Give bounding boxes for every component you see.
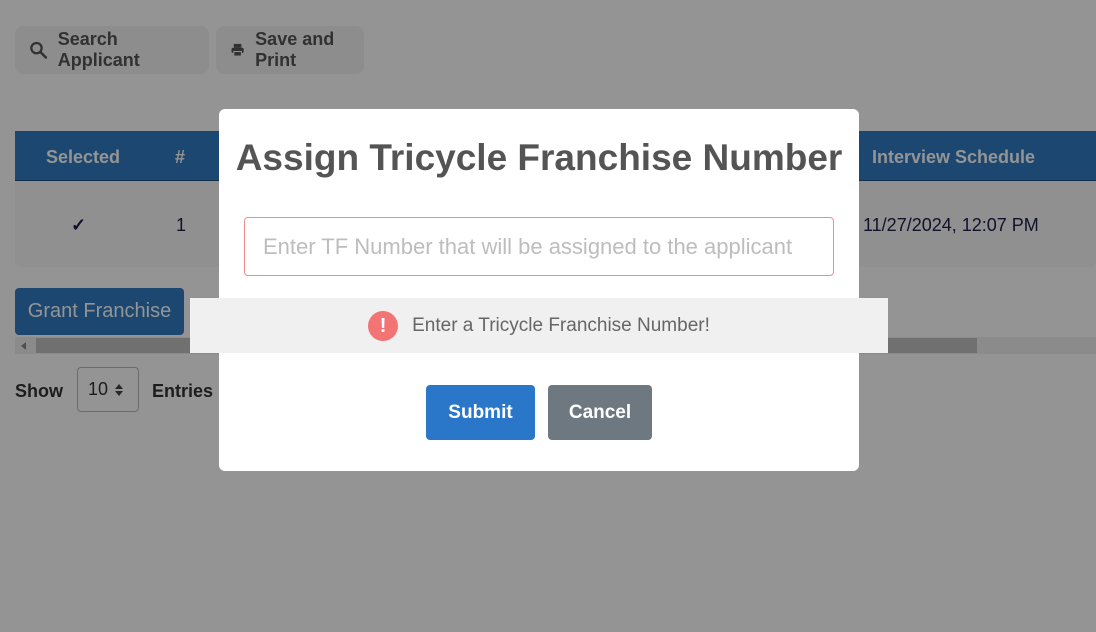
assign-franchise-dialog: Assign Tricycle Franchise Number ! Enter… (190, 109, 888, 471)
validation-message-box: ! Enter a Tricycle Franchise Number! (190, 298, 888, 353)
tf-number-input[interactable] (244, 217, 834, 276)
cancel-button[interactable]: Cancel (548, 385, 652, 440)
dialog-title: Assign Tricycle Franchise Number (235, 137, 843, 178)
warning-icon: ! (368, 310, 399, 341)
submit-button[interactable]: Submit (426, 385, 535, 440)
validation-message: Enter a Tricycle Franchise Number! (412, 314, 710, 336)
